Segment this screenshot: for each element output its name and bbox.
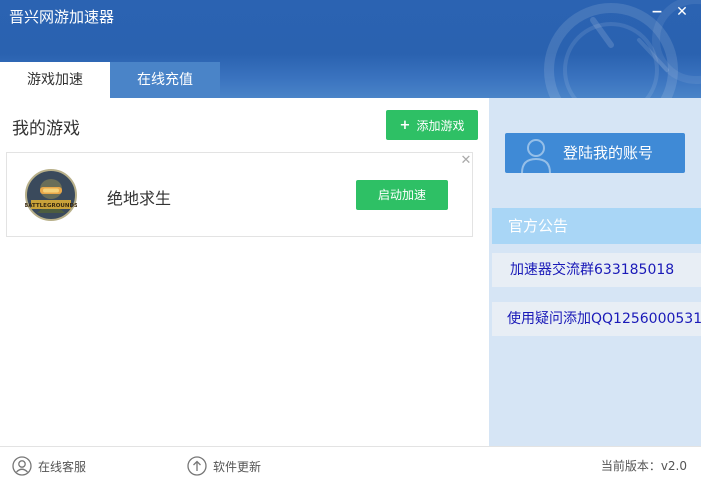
plus-icon: + <box>399 117 411 133</box>
notice-item[interactable]: 加速器交流群633185018 <box>492 253 701 287</box>
login-account-button[interactable]: 登陆我的账号 <box>505 133 685 173</box>
software-update-link[interactable]: 软件更新 <box>187 447 261 484</box>
remove-game-icon[interactable]: ✕ <box>459 154 473 168</box>
add-game-button[interactable]: + 添加游戏 <box>386 110 478 140</box>
tab-online-recharge[interactable]: 在线充值 <box>110 62 220 98</box>
online-support-label: 在线客服 <box>38 459 87 474</box>
my-games-panel: 我的游戏 + 添加游戏 BATTLEGROUNDS 绝地求生 启动加速 ✕ <box>0 98 489 446</box>
footer: 在线客服 软件更新 当前版本：v2.0 <box>0 446 701 484</box>
start-speedup-button[interactable]: 启动加速 <box>356 180 448 210</box>
user-icon <box>521 139 551 173</box>
app-title: 晋兴网游加速器 <box>9 8 115 26</box>
game-name: 绝地求生 <box>107 189 172 208</box>
software-update-label: 软件更新 <box>213 459 262 474</box>
svg-text:BATTLEGROUNDS: BATTLEGROUNDS <box>25 203 77 209</box>
close-button[interactable]: ✕ <box>671 2 693 22</box>
add-game-label: 添加游戏 <box>416 118 465 133</box>
game-card: BATTLEGROUNDS 绝地求生 启动加速 ✕ <box>6 152 473 237</box>
minimize-button[interactable]: − <box>646 2 668 22</box>
section-title: 我的游戏 <box>12 119 80 139</box>
pubg-game-icon: BATTLEGROUNDS <box>25 169 77 221</box>
upload-circle-icon <box>187 456 207 476</box>
notice-header: 官方公告 <box>492 208 701 244</box>
login-label: 登陆我的账号 <box>563 144 654 162</box>
online-support-link[interactable]: 在线客服 <box>12 447 86 484</box>
notice-item[interactable]: 使用疑问添加QQ1256000531 <box>492 302 701 336</box>
sidebar: 登陆我的账号 官方公告 加速器交流群633185018 使用疑问添加QQ1256… <box>489 98 701 446</box>
tab-game-speed[interactable]: 游戏加速 <box>0 62 110 98</box>
user-circle-icon <box>12 456 32 476</box>
version-label: 当前版本：v2.0 <box>600 459 687 473</box>
